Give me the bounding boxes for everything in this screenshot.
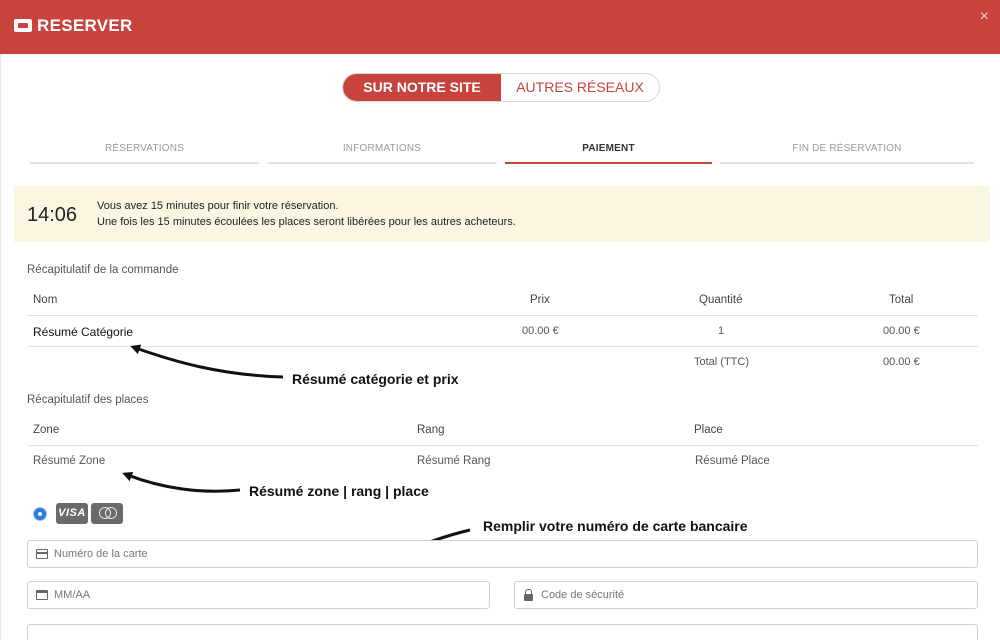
- modal-header: RESERVER ×: [0, 0, 1000, 54]
- order-item-total: 00.00 €: [883, 325, 920, 337]
- close-icon[interactable]: ×: [980, 9, 989, 25]
- step-bar: [720, 162, 974, 164]
- card-number-field[interactable]: [27, 540, 978, 568]
- column-header-quantite: Quantité: [699, 294, 743, 306]
- order-total-label: Total (TTC): [694, 356, 749, 368]
- annotation-card: Remplir votre numéro de carte bancaire: [483, 518, 748, 534]
- calendar-icon: [36, 590, 48, 600]
- step-label: FIN DE RÉSERVATION: [792, 143, 902, 154]
- step-label: RÉSERVATIONS: [104, 143, 185, 154]
- next-field-partial[interactable]: [27, 624, 978, 640]
- order-item-name: Résumé Catégorie: [33, 325, 134, 339]
- step-informations: INFORMATIONS: [267, 143, 497, 164]
- order-summary-title: Récapitulatif de la commande: [27, 264, 179, 276]
- step-fin-reservation: FIN DE RÉSERVATION: [720, 143, 974, 164]
- seat-place: Résumé Place: [695, 455, 770, 467]
- card-number-input[interactable]: [54, 544, 954, 564]
- arrow-zone: [122, 471, 241, 493]
- expiry-input[interactable]: [54, 585, 474, 605]
- modal-left-edge: [0, 54, 1, 640]
- table-divider: [27, 315, 978, 316]
- tab-autres-reseaux[interactable]: AUTRES RÉSEAUX: [501, 74, 659, 101]
- annotation-zone: Résumé zone | rang | place: [249, 483, 429, 499]
- credit-card-icon: [36, 549, 48, 559]
- security-code-input[interactable]: [541, 585, 961, 605]
- step-paiement: PAIEMENT: [505, 143, 712, 164]
- step-label: PAIEMENT: [582, 143, 635, 154]
- countdown-banner: 14:06 Vous avez 15 minutes pour finir vo…: [14, 186, 990, 242]
- countdown-message-2: Une fois les 15 minutes écoulées les pla…: [97, 216, 516, 228]
- security-code-field[interactable]: [514, 581, 978, 609]
- seat-rang: Résumé Rang: [417, 455, 491, 467]
- table-divider: [27, 445, 978, 446]
- column-header-place: Place: [694, 424, 723, 436]
- annotation-category: Résumé catégorie et prix: [292, 371, 459, 387]
- step-bar: [267, 162, 497, 164]
- column-header-total: Total: [889, 294, 914, 306]
- visa-icon: VISA: [56, 503, 88, 524]
- ticket-icon: [14, 19, 32, 32]
- step-label: INFORMATIONS: [342, 143, 422, 154]
- countdown-message-1: Vous avez 15 minutes pour finir votre ré…: [97, 200, 339, 212]
- step-reservations: RÉSERVATIONS: [30, 143, 259, 164]
- channel-toggle: SUR NOTRE SITE AUTRES RÉSEAUX: [342, 73, 660, 102]
- order-item-price: 00.00 €: [522, 325, 559, 337]
- column-header-nom: Nom: [33, 294, 58, 306]
- tab-sur-notre-site[interactable]: SUR NOTRE SITE: [343, 74, 501, 101]
- expiry-field[interactable]: [27, 581, 490, 609]
- seats-summary-title: Récapitulatif des places: [27, 394, 149, 406]
- order-total-value: 00.00 €: [883, 356, 920, 368]
- seat-zone: Résumé Zone: [33, 455, 106, 467]
- countdown-time: 14:06: [27, 204, 78, 226]
- mastercard-icon: [91, 503, 123, 524]
- order-item-quantity: 1: [718, 325, 725, 337]
- column-header-prix: Prix: [530, 294, 550, 306]
- table-divider: [27, 346, 978, 347]
- payment-card-radio[interactable]: [34, 508, 46, 520]
- column-header-rang: Rang: [417, 424, 445, 436]
- step-bar-active: [505, 162, 712, 164]
- step-bar: [30, 162, 259, 164]
- arrow-category: [130, 344, 284, 379]
- lock-icon: [524, 589, 533, 601]
- modal-title: RESERVER: [37, 16, 133, 35]
- column-header-zone: Zone: [33, 424, 60, 436]
